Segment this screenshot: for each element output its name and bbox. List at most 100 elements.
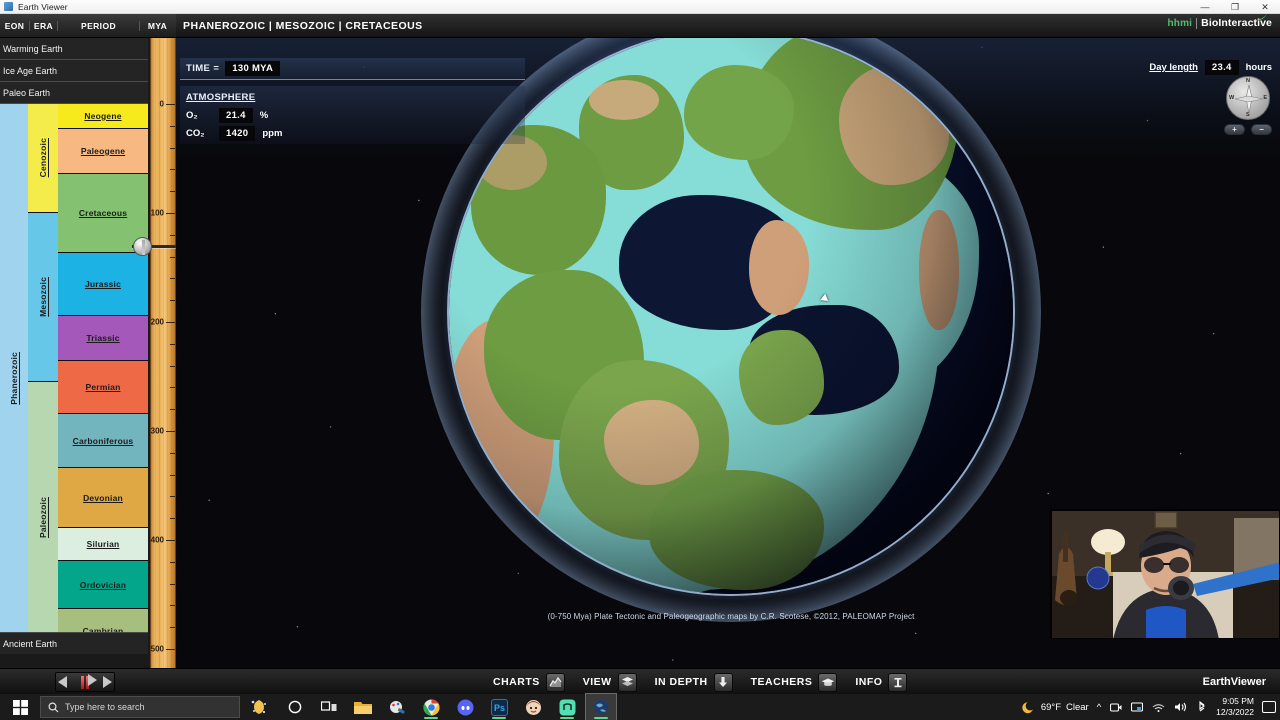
zoom-in-button[interactable]: + — [1224, 124, 1245, 135]
co2-value: 1420 — [219, 126, 256, 141]
task-view-icon[interactable] — [314, 694, 344, 720]
cortana-circle-icon[interactable] — [280, 694, 310, 720]
chrome-icon[interactable] — [416, 694, 446, 720]
timescale-cell-paleogene[interactable]: Paleogene — [58, 129, 148, 174]
time-slider-knob[interactable] — [133, 236, 152, 256]
toolbar-item-info[interactable]: INFO — [855, 672, 908, 692]
o2-row: O₂ 21.4 % — [186, 108, 525, 123]
toolbar-item-charts[interactable]: CHARTS — [493, 672, 565, 692]
cortana-icon[interactable] — [244, 694, 274, 720]
toolbar-item-teachers[interactable]: TEACHERS — [751, 672, 838, 692]
timescale-cell-mesozoic[interactable]: Mesozoic — [28, 213, 58, 382]
zoom-controls[interactable]: + − — [1224, 124, 1272, 135]
earth-mode-warming[interactable]: Warming Earth — [0, 38, 148, 60]
earth-viewer-icon[interactable] — [585, 693, 617, 720]
timescale-cell-phanerozoic[interactable]: Phanerozoic — [0, 104, 28, 654]
ruler-tick — [170, 256, 175, 258]
graduation-cap-icon[interactable] — [818, 672, 838, 692]
timescale-cell-carboniferous[interactable]: Carboniferous — [58, 414, 148, 468]
webcam-tray-icon[interactable] — [1110, 702, 1122, 713]
weather-widget[interactable]: 69°F Clear — [1022, 700, 1089, 714]
search-input[interactable]: Type here to search — [40, 696, 240, 718]
ruler-tick — [166, 431, 175, 432]
timescale-cell-triassic[interactable]: Triassic — [58, 316, 148, 361]
timescale-cell-label: Paleogene — [80, 146, 126, 156]
timescale-cell-jurassic[interactable]: Jurassic — [58, 253, 148, 316]
minimize-button[interactable]: — — [1190, 0, 1220, 14]
volume-icon[interactable] — [1174, 701, 1187, 713]
eon-column: Phanerozoic — [0, 104, 28, 654]
ruler-tick — [170, 191, 175, 193]
ruler-label-500: 500 — [150, 644, 164, 654]
app-name-label: EarthViewer — [1202, 675, 1266, 688]
toolbar-item-view[interactable]: VIEW — [583, 672, 637, 692]
ruler-label-100: 100 — [150, 208, 164, 218]
ruler-tick — [170, 125, 175, 127]
atmosphere-title: ATMOSPHERE — [186, 92, 256, 103]
paint-icon[interactable] — [382, 694, 412, 720]
timescale-cell-neogene[interactable]: Neogene — [58, 104, 148, 129]
timescale-cell-cenozoic[interactable]: Cenozoic — [28, 104, 58, 213]
timescale-cell-devonian[interactable]: Devonian — [58, 468, 148, 528]
co2-unit: ppm — [262, 128, 283, 139]
close-button[interactable]: ✕ — [1250, 0, 1280, 14]
webcam-overlay[interactable] — [1050, 509, 1280, 639]
chart-icon[interactable] — [545, 672, 565, 692]
maximize-button[interactable]: ❐ — [1220, 0, 1250, 14]
wifi-icon[interactable] — [1152, 702, 1165, 713]
start-button[interactable] — [0, 694, 40, 720]
ruler-tick — [170, 278, 175, 280]
timescale-cell-label: Devonian — [83, 492, 123, 503]
green-app-icon[interactable] — [552, 694, 582, 720]
ruler-tick — [166, 649, 175, 650]
ruler-tick — [170, 300, 175, 302]
step-forward-icon[interactable] — [103, 676, 112, 688]
earth-mode-ice-age[interactable]: Ice Age Earth — [0, 60, 148, 82]
earth-mode-paleo[interactable]: Paleo Earth — [0, 82, 148, 104]
notification-center-icon[interactable] — [1262, 701, 1276, 713]
era-column: Cenozoic Mesozoic Paleozoic — [28, 104, 58, 654]
time-value[interactable]: 130 MYA — [225, 61, 281, 76]
ruler-tick — [170, 234, 175, 236]
display-tray-icon[interactable] — [1131, 701, 1144, 713]
clock[interactable]: 9:05 PM 12/3/2022 — [1216, 696, 1254, 718]
avatar-app-icon[interactable] — [518, 694, 548, 720]
timescale-cell-label: Silurian — [86, 539, 120, 549]
ruler-tick — [166, 104, 175, 105]
playback-controls[interactable] — [55, 672, 115, 692]
discord-icon[interactable] — [450, 694, 480, 720]
info-icon[interactable] — [888, 672, 908, 692]
fast-forward-icon[interactable] — [88, 674, 97, 686]
clock-date: 12/3/2022 — [1216, 707, 1254, 717]
column-header-eon: EON — [0, 20, 30, 31]
ruler-tick — [170, 605, 175, 607]
timescale-cell-ordovician[interactable]: Ordovician — [58, 561, 148, 609]
timescale-cell-silurian[interactable]: Silurian — [58, 528, 148, 561]
photoshop-icon[interactable]: Ps — [484, 694, 514, 720]
download-icon[interactable] — [713, 672, 733, 692]
file-explorer-icon[interactable] — [348, 694, 378, 720]
earth-globe[interactable] — [449, 30, 1013, 594]
co2-label: CO₂ — [186, 128, 205, 139]
window-title: Earth Viewer — [18, 1, 68, 12]
co2-row: CO₂ 1420 ppm — [186, 126, 525, 141]
layers-icon[interactable] — [617, 672, 637, 692]
compass-widget[interactable]: N E S W + − — [1222, 76, 1274, 148]
timescale-cell-label: Triassic — [86, 333, 120, 343]
timescale-cell-paleozoic[interactable]: Paleozoic — [28, 382, 58, 654]
day-length-unit: hours — [1245, 62, 1272, 73]
mya-ruler[interactable]: 0 100 200 300 400 500 — [150, 38, 176, 680]
column-header-era: ERA — [30, 20, 58, 31]
app-header: PHANEROZOIC | MESOZOIC | CRETACEOUS hhmi… — [176, 14, 1280, 38]
compass-rose-icon[interactable]: N E S W — [1226, 76, 1270, 120]
timescale-header: EON ERA PERIOD MYA — [0, 14, 176, 38]
brand-logo[interactable]: hhmi BioInteractive — [1167, 14, 1272, 29]
zoom-out-button[interactable]: − — [1251, 124, 1272, 135]
tray-chevron-icon[interactable]: ^ — [1097, 702, 1101, 713]
bluetooth-icon[interactable] — [1196, 701, 1208, 713]
timescale-cell-permian[interactable]: Permian — [58, 361, 148, 414]
ancient-earth-button[interactable]: Ancient Earth — [0, 632, 148, 654]
toolbar-item-in-depth[interactable]: IN DEPTH — [655, 672, 733, 692]
step-back-icon[interactable] — [58, 676, 67, 688]
ruler-tick — [170, 147, 175, 149]
